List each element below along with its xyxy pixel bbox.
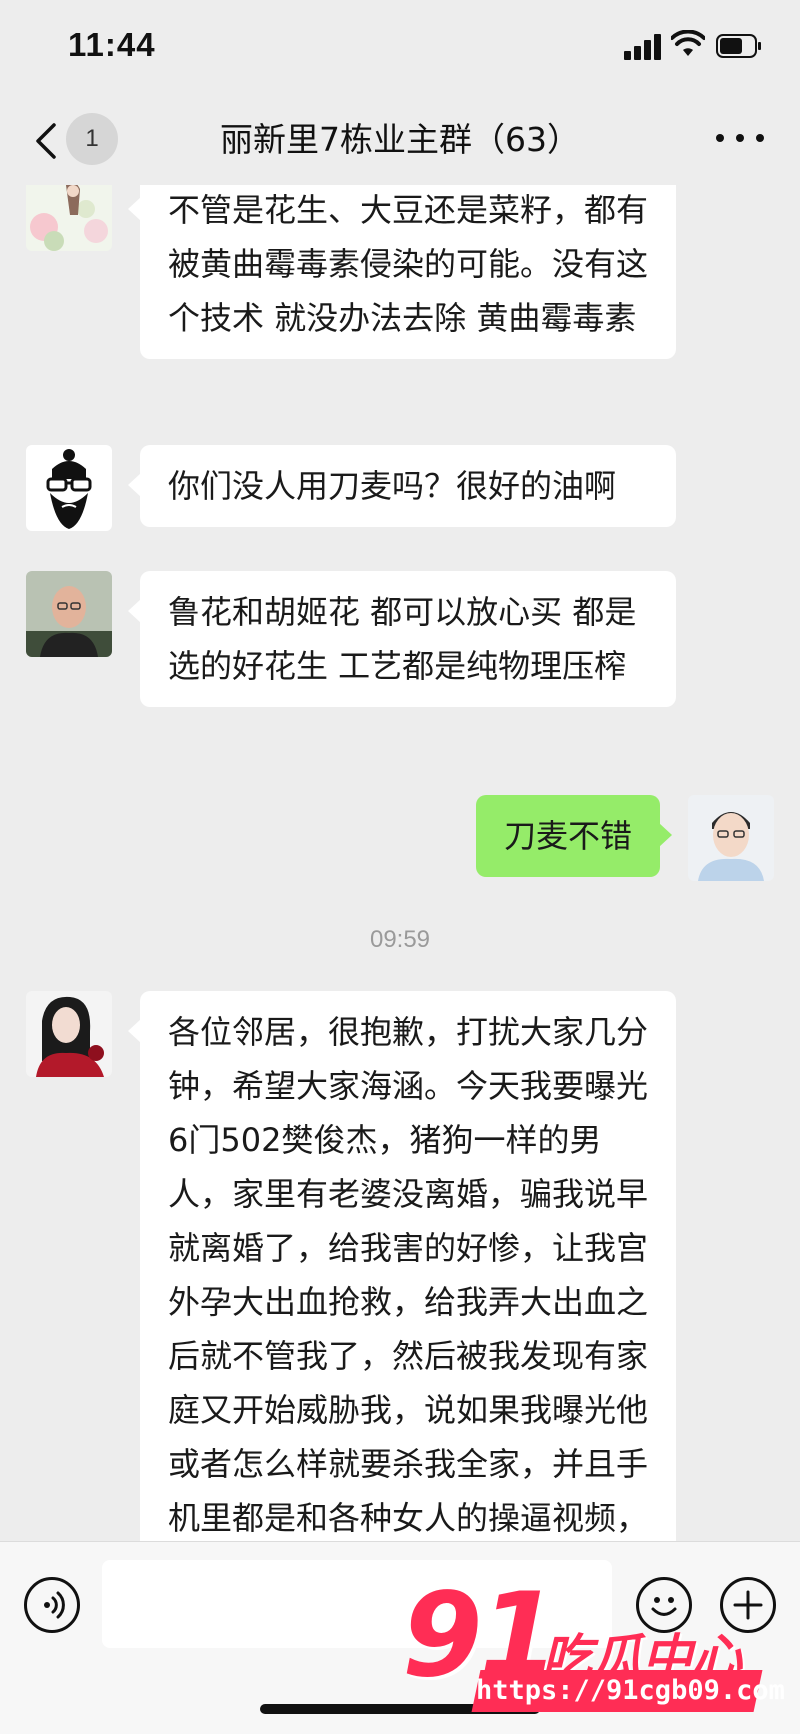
- status-time: 11:44: [68, 26, 156, 63]
- cellular-signal-icon: [624, 34, 664, 60]
- message-timestamp: 09:59: [369, 926, 431, 953]
- avatar[interactable]: [26, 445, 112, 531]
- chat-header: 1 丽新里7栋业主群（63）: [0, 95, 800, 185]
- avatar[interactable]: [26, 185, 112, 251]
- woman-avatar-icon: [26, 991, 112, 1077]
- avatar[interactable]: [26, 991, 112, 1077]
- message-bubble[interactable]: 不管是花生、大豆还是菜籽，都有被黄曲霉毒素侵染的可能。没有这个技术 就没办法去除…: [128, 185, 676, 359]
- battery-icon: [716, 34, 761, 58]
- unread-count-badge[interactable]: 1: [66, 113, 118, 165]
- voice-input-icon[interactable]: [24, 1577, 80, 1633]
- watermark-url-text: https://91cgb09.com: [476, 1675, 785, 1706]
- self-avatar[interactable]: [688, 795, 774, 881]
- cartoon-man-avatar-icon: [688, 795, 774, 881]
- man-photo-avatar-icon: [26, 571, 112, 657]
- wifi-icon: [671, 30, 705, 56]
- floral-avatar-icon: [26, 185, 112, 251]
- message-bubble[interactable]: 你们没人用刀麦吗？很好的油啊: [128, 445, 676, 527]
- sound-wave-icon: [44, 1591, 65, 1619]
- message-list[interactable]: 不管是花生、大豆还是菜籽，都有被黄曲霉毒素侵染的可能。没有这个技术 就没办法去除…: [0, 185, 800, 1541]
- watermark-url: https://91cgb09.com: [471, 1670, 785, 1712]
- message-bubble[interactable]: 鲁花和胡姬花 都可以放心买 都是选的好花生 工艺都是纯物理压榨: [128, 571, 676, 707]
- chat-title: 丽新里7栋业主群（63）: [220, 120, 580, 159]
- more-options-icon[interactable]: [716, 129, 764, 145]
- bearded-man-avatar-icon: [26, 445, 112, 531]
- back-arrow-icon[interactable]: [28, 121, 68, 161]
- message-bubble[interactable]: 各位邻居，很抱歉，打扰大家几分钟，希望大家海涵。今天我要曝光6门502樊俊杰，猪…: [128, 991, 676, 1541]
- message-bubble-self[interactable]: 刀麦不错: [475, 795, 673, 877]
- status-bar: 11:44: [0, 0, 800, 95]
- avatar[interactable]: [26, 571, 112, 657]
